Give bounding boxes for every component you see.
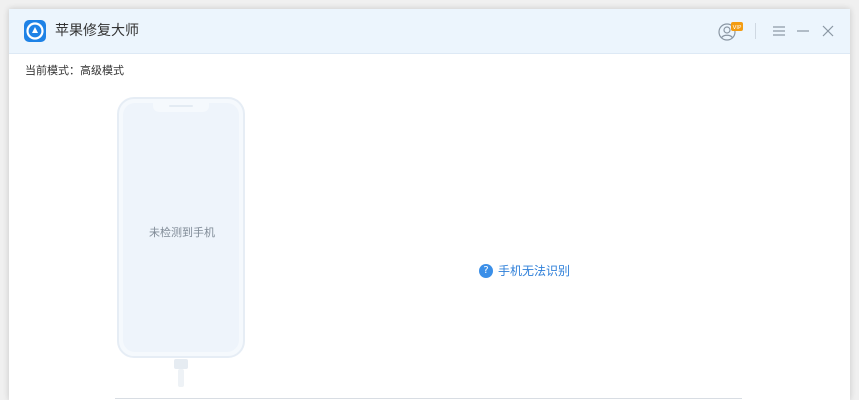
titlebar-divider — [755, 23, 756, 39]
app-logo-icon — [24, 20, 46, 42]
bottom-divider — [115, 398, 742, 399]
help-link-label: 手机无法识别 — [498, 264, 571, 278]
close-icon[interactable] — [821, 23, 835, 39]
title-bar: 苹果修复大师 VIP — [9, 9, 850, 54]
phone-unrecognized-link[interactable]: ? 手机无法识别 — [479, 263, 570, 279]
minimize-icon[interactable] — [797, 23, 809, 39]
app-window: 苹果修复大师 VIP 当前模式：高级模式 未检测到手机 ? 手机无法识别 — [9, 9, 850, 400]
phone-illustration — [117, 97, 247, 387]
current-mode-label: 当前模式：高级模式 — [25, 64, 124, 77]
user-account-icon[interactable]: VIP — [716, 20, 746, 42]
menu-icon[interactable] — [773, 23, 785, 39]
vip-badge-text: VIP — [733, 25, 742, 31]
help-icon: ? — [479, 264, 493, 278]
device-status-text: 未检测到手机 — [149, 226, 215, 239]
app-title: 苹果修复大师 — [55, 23, 139, 39]
